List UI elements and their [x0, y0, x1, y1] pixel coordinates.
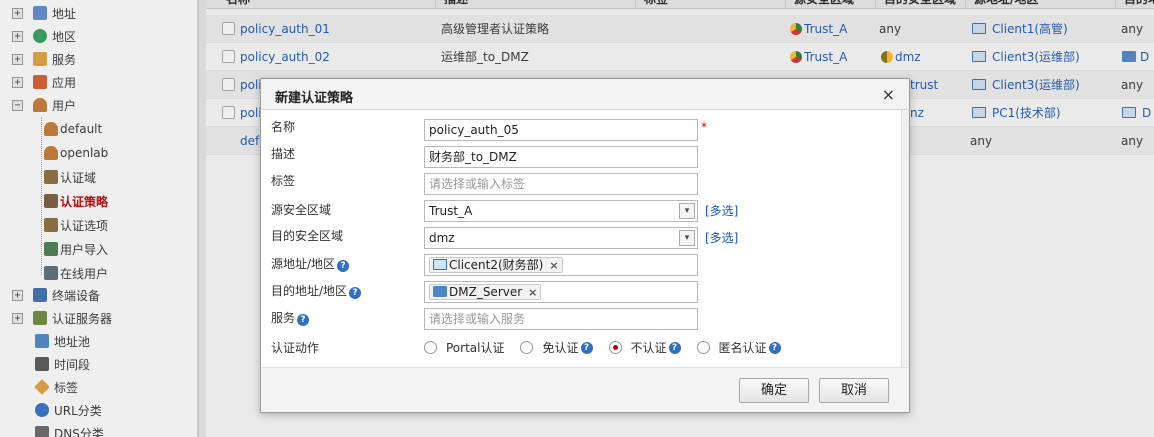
dialog-body: 名称 policy_auth_05 * 描述 财务部_to_DMZ 标签 请选择… [261, 110, 909, 368]
chevron-down-icon[interactable]: ▾ [679, 230, 695, 246]
ok-button[interactable]: 确定 [739, 378, 809, 403]
help-icon[interactable]: ? [297, 314, 310, 326]
dst-zone-value: dmz [429, 231, 455, 245]
radio-label: 匿名认证 [718, 341, 767, 355]
tag-field[interactable]: 请选择或输入标签 [424, 173, 698, 195]
name-field[interactable]: policy_auth_05 [424, 119, 698, 141]
dst-addr-field[interactable]: DMZ_Server × [424, 281, 698, 303]
radio-portal-auth[interactable]: Portal认证 [424, 339, 504, 356]
service-label: 服务? [271, 309, 310, 326]
src-zone-select[interactable]: Trust_A ▾ [424, 200, 698, 222]
chevron-down-icon[interactable]: ▾ [679, 203, 695, 219]
src-addr-label: 源地址/地区? [271, 255, 350, 272]
service-label-text: 服务 [271, 311, 296, 325]
cancel-button[interactable]: 取消 [819, 378, 889, 403]
dialog-scrollbar[interactable] [901, 110, 909, 367]
remove-tag-icon[interactable]: × [549, 259, 558, 272]
dst-addr-tag: DMZ_Server × [429, 284, 542, 300]
pc-icon [433, 259, 447, 270]
network-icon [433, 286, 447, 297]
dst-zone-select[interactable]: dmz ▾ [424, 227, 698, 249]
service-field[interactable]: 请选择或输入服务 [424, 308, 698, 330]
radio-button[interactable] [424, 341, 437, 354]
tag-label: 标签 [271, 174, 296, 188]
radio-label: Portal认证 [446, 341, 505, 355]
radio-button[interactable] [696, 341, 710, 354]
src-zone-multi-select-link[interactable]: [多选] [705, 202, 738, 219]
dst-addr-label: 目的地址/地区? [271, 282, 362, 299]
required-mark: * [701, 120, 707, 134]
src-zone-value: Trust_A [429, 204, 473, 218]
src-addr-field[interactable]: Clicent2(财务部) × [424, 254, 698, 276]
help-icon[interactable]: ? [349, 287, 362, 299]
radio-no-auth-required[interactable]: 免认证 ? [520, 339, 593, 356]
src-addr-label-text: 源地址/地区 [271, 257, 336, 271]
dst-zone-label: 目的安全区域 [271, 229, 344, 243]
radio-button-selected[interactable] [608, 341, 622, 354]
radio-label: 免认证 [542, 341, 579, 355]
dialog-footer: 确定 取消 [261, 368, 909, 412]
help-icon[interactable]: ? [768, 341, 781, 354]
dialog-title: 新建认证策略 [275, 91, 354, 106]
dst-addr-label-text: 目的地址/地区 [271, 284, 348, 298]
radio-no-auth[interactable]: 不认证 ? [608, 339, 681, 356]
auth-action-label: 认证动作 [271, 341, 320, 355]
close-icon[interactable]: × [882, 85, 895, 104]
desc-field[interactable]: 财务部_to_DMZ [424, 146, 698, 168]
radio-button[interactable] [520, 341, 534, 354]
src-addr-tag-text: Clicent2(财务部) [449, 258, 544, 272]
dst-addr-tag-text: DMZ_Server [449, 285, 523, 299]
dst-zone-multi-select-link[interactable]: [多选] [705, 229, 738, 246]
help-icon[interactable]: ? [668, 341, 681, 354]
remove-tag-icon[interactable]: × [528, 286, 537, 299]
desc-label: 描述 [271, 147, 296, 161]
dialog-header: 新建认证策略 × [261, 79, 909, 110]
help-icon[interactable]: ? [337, 260, 350, 272]
src-addr-tag: Clicent2(财务部) × [429, 257, 563, 273]
src-zone-label: 源安全区域 [271, 203, 332, 217]
radio-label: 不认证 [630, 341, 667, 355]
radio-anonymous-auth[interactable]: 匿名认证 ? [696, 339, 781, 356]
new-auth-policy-dialog: 新建认证策略 × 名称 policy_auth_05 * 描述 财务部_to_D… [260, 78, 910, 413]
auth-action-radio-group: Portal认证 免认证 ? 不认证 ? 匿名认证 ? [424, 339, 797, 356]
name-label: 名称 [271, 120, 296, 134]
help-icon[interactable]: ? [580, 341, 593, 354]
